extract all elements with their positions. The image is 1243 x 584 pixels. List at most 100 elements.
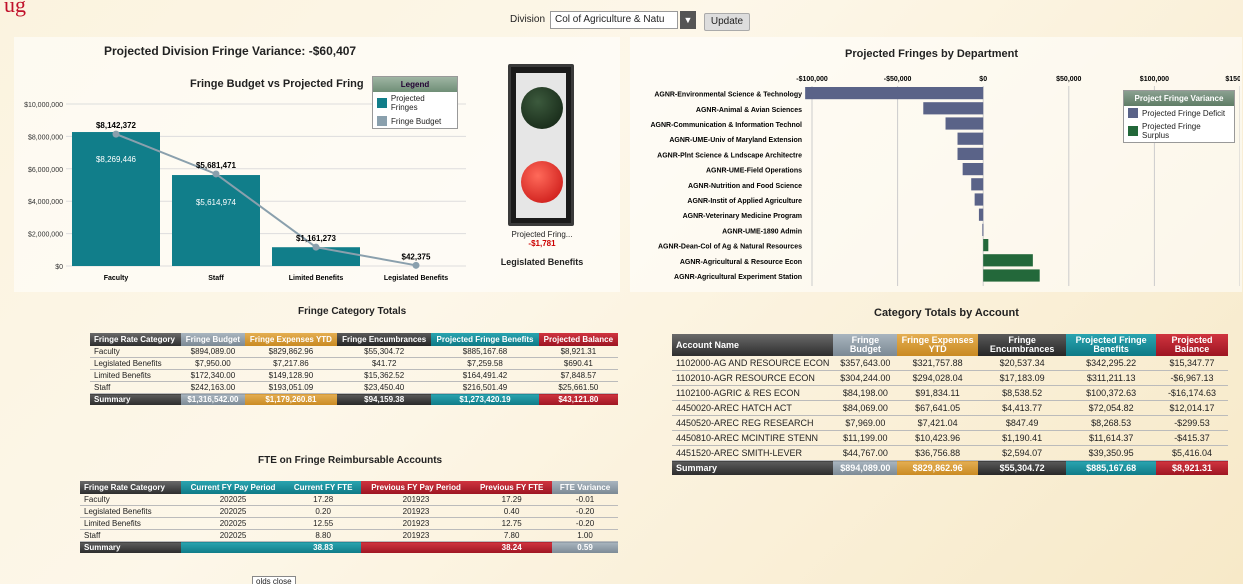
department-bar xyxy=(805,87,984,100)
light-category: Legislated Benefits xyxy=(500,257,584,267)
column-header[interactable]: Current FY FTE xyxy=(285,481,361,494)
summary-cell: 38.24 xyxy=(471,541,553,553)
table-row: 1102000-AG AND RESOURCE ECON $357,643.00 $… xyxy=(672,356,1228,371)
bar-chart-legend: Legend Projected Fringes Fringe Budget xyxy=(372,76,458,129)
table-cell: $84,198.00 xyxy=(833,385,898,401)
table-row: Legislated Benefits $7,950.00 $7,217.86 $41… xyxy=(90,357,618,370)
legend-label: Projected Fringe Surplus xyxy=(1142,122,1201,140)
column-header[interactable]: Fringe Rate Category xyxy=(80,481,181,494)
summary-cell: 0.59 xyxy=(552,541,618,553)
table-cell: $1,190.41 xyxy=(977,430,1067,446)
column-header[interactable]: Projected Balance xyxy=(1155,334,1228,356)
summary-cell: Summary xyxy=(80,541,181,553)
fte-table: Fringe Rate Category Current FY Pay Perio… xyxy=(80,481,618,553)
column-header[interactable]: Fringe Expenses YTD xyxy=(897,334,978,356)
column-header[interactable]: Fringe Budget xyxy=(181,333,245,346)
department-label: AGNR-UME-Field Operations xyxy=(706,168,802,175)
table-cell: -0.20 xyxy=(552,517,618,530)
legend-title: Project Fringe Variance xyxy=(1124,91,1234,106)
brand-text: ug xyxy=(4,0,26,17)
table-cell: 4451520-AREC SMITH-LEVER xyxy=(672,445,834,461)
budget-point xyxy=(212,170,220,178)
swatch-icon xyxy=(1128,108,1138,118)
table-cell: $7,259.58 xyxy=(431,357,539,370)
column-header[interactable]: Fringe Encumbrances xyxy=(337,333,432,346)
column-header[interactable]: Projected Fringe Benefits xyxy=(1066,334,1156,356)
department-label: AGNR-Veterinary Medicine Program xyxy=(683,213,802,220)
department-bar xyxy=(957,132,984,145)
table-cell: 17.28 xyxy=(285,494,361,506)
budget-value-label: $42,375 xyxy=(402,252,431,261)
column-header[interactable]: FTE Variance xyxy=(552,481,618,494)
close-button[interactable]: olds close xyxy=(252,576,296,584)
table-cell: $149,128.90 xyxy=(244,369,338,382)
column-header[interactable]: Fringe Expenses YTD xyxy=(244,333,338,346)
table-cell: 4450810-AREC MCINTIRE STENN xyxy=(672,430,834,446)
column-header[interactable]: Fringe Encumbrances xyxy=(977,334,1067,356)
column-header[interactable]: Projected Fringe Benefits xyxy=(431,333,539,346)
red-light-icon xyxy=(521,161,563,203)
table-cell: $11,614.37 xyxy=(1066,430,1156,446)
table-cell: 201923 xyxy=(360,505,472,518)
column-header[interactable]: Current FY Pay Period xyxy=(180,481,286,494)
summary-cell xyxy=(180,541,286,553)
summary-cell: $1,316,542.00 xyxy=(181,393,245,405)
legend-label: Projected Fringe Deficit xyxy=(1142,108,1226,118)
x-tick-label: Faculty xyxy=(104,275,129,282)
legend-item: Fringe Budget xyxy=(373,114,457,128)
legend-label: Fringe Budget xyxy=(391,116,442,126)
table-cell: $10,423.96 xyxy=(897,430,978,446)
table-cell: $242,163.00 xyxy=(181,381,245,394)
table-cell: 202025 xyxy=(180,505,286,518)
table-cell: 201923 xyxy=(360,529,472,542)
budget-point xyxy=(412,261,420,269)
table-cell: $357,643.00 xyxy=(833,356,898,371)
light-caption: Projected Fring... xyxy=(511,230,573,239)
table-cell: 201923 xyxy=(360,494,472,506)
column-header[interactable]: Fringe Budget xyxy=(833,334,898,356)
accounts-table: Account Name Fringe Budget Fringe Expenses… xyxy=(672,334,1228,475)
table-cell: $894,089.00 xyxy=(181,346,245,358)
summary-cell: $894,089.00 xyxy=(833,460,898,475)
column-header[interactable]: Fringe Rate Category xyxy=(90,333,182,346)
table-row: Limited Benefits $172,340.00 $149,128.90 $1… xyxy=(90,369,618,382)
y-tick-label: $2,000,000 xyxy=(28,232,63,239)
table-cell: -$16,174.63 xyxy=(1155,385,1228,401)
table-cell: 201923 xyxy=(360,517,472,530)
swatch-icon xyxy=(377,116,387,126)
bar-value-label: $8,269,446 xyxy=(96,155,137,164)
traffic-light xyxy=(508,64,574,226)
column-header[interactable]: Previous FY Pay Period xyxy=(360,481,472,494)
table-cell: Legislated Benefits xyxy=(80,505,181,518)
table-cell: $55,304.72 xyxy=(337,346,432,358)
summary-cell: Summary xyxy=(90,393,182,405)
department-label: AGNR-Animal & Avian Sciences xyxy=(696,107,802,114)
column-header[interactable]: Previous FY FTE xyxy=(471,481,553,494)
column-header[interactable]: Projected Balance xyxy=(538,333,618,346)
department-label: AGNR-UME-Univ of Maryland Extension xyxy=(669,137,802,144)
table-row: 4450020-AREC HATCH ACT $84,069.00 $67,641.… xyxy=(672,400,1228,416)
column-header[interactable]: Account Name xyxy=(672,334,834,356)
department-bar xyxy=(982,223,984,236)
table-cell: 202025 xyxy=(180,529,286,542)
department-label: AGNR-Agricultural Experiment Station xyxy=(674,274,802,281)
summary-cell: $1,179,260.81 xyxy=(244,393,338,405)
department-bar xyxy=(971,178,984,191)
table-cell: $8,921.31 xyxy=(538,346,618,358)
department-label: AGNR-UME-1890 Admin xyxy=(722,228,802,235)
budget-value-label: $1,161,273 xyxy=(296,234,337,243)
department-label: AGNR-Dean-Col of Ag & Natural Resources xyxy=(658,244,802,251)
table-cell: 12.55 xyxy=(285,517,361,530)
table-cell: $342,295.22 xyxy=(1066,356,1156,371)
y-tick-label: $0 xyxy=(55,264,63,271)
table-cell: $17,183.09 xyxy=(977,370,1067,386)
table-cell: 0.40 xyxy=(471,505,553,518)
chevron-down-icon[interactable]: ▼ xyxy=(680,11,696,29)
update-button[interactable]: Update xyxy=(704,13,750,31)
division-select[interactable]: Col of Agriculture & Natu xyxy=(550,11,678,29)
y-tick-label: $10,000,000 xyxy=(24,102,63,109)
x-tick-label: $50,000 xyxy=(1056,76,1081,83)
table-cell: 1102100-AGRIC & RES ECON xyxy=(672,385,834,401)
table-cell: $91,834.11 xyxy=(897,385,978,401)
x-tick-label: $0 xyxy=(979,76,987,83)
